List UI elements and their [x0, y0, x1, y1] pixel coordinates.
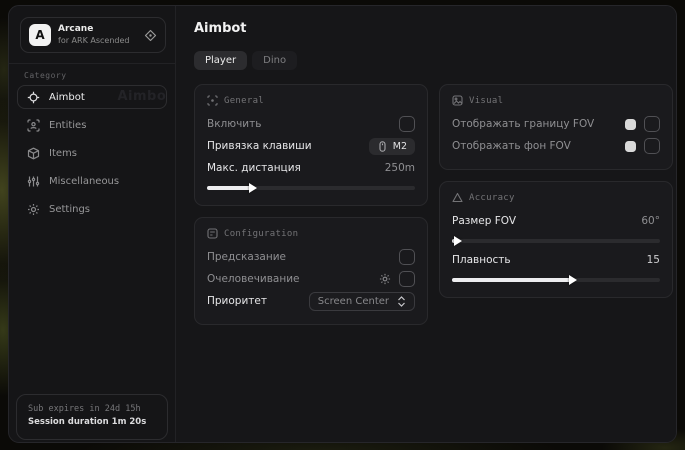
sidebar-item-label: Settings	[49, 204, 90, 215]
image-icon	[452, 95, 463, 106]
slider-fill	[452, 278, 571, 282]
sidebar-item-entities[interactable]: Entities	[17, 113, 167, 137]
smoothness-value: 15	[647, 254, 660, 266]
brand-name: Arcane	[58, 24, 129, 35]
general-card: General Включить Привязка клавиши	[194, 84, 428, 206]
keybind-label: Привязка клавиши	[207, 140, 312, 152]
priority-label: Приоритет	[207, 295, 267, 307]
keybind-value: M2	[393, 141, 407, 152]
brand-logo: A	[29, 24, 51, 46]
smoothness-label: Плавность	[452, 254, 511, 266]
configuration-card: Configuration Предсказание Очеловечивани…	[194, 217, 428, 325]
humanization-label: Очеловечивание	[207, 273, 300, 285]
fov-size-value: 60°	[641, 215, 660, 227]
accuracy-card-title: Accuracy	[469, 193, 515, 203]
slider-thumb[interactable]	[249, 183, 257, 193]
priority-value: Screen Center	[318, 296, 389, 307]
fov-border-label: Отображать границу FOV	[452, 118, 594, 130]
sidebar-item-label: Aimbot	[49, 92, 85, 103]
app-window: A Arcane for ARK Ascended Category	[8, 5, 677, 443]
tab-player[interactable]: Player	[194, 51, 247, 70]
page-title: Aimbot	[194, 21, 673, 36]
configuration-card-title: Configuration	[224, 229, 298, 239]
sidebar-item-aimbot[interactable]: Aimbot Aimbot	[17, 85, 167, 109]
pin-icon[interactable]	[144, 29, 157, 42]
crosshair-icon	[27, 91, 40, 104]
active-item-ghost-text: Aimbot	[117, 89, 167, 104]
subscription-status-box: Sub expires in 24d 15h Session duration …	[16, 394, 168, 440]
sidebar: A Arcane for ARK Ascended Category	[9, 6, 176, 442]
fov-size-label: Размер FOV	[452, 215, 516, 227]
gear-icon	[27, 203, 40, 216]
sidebar-item-items[interactable]: Items	[17, 141, 167, 165]
humanization-row: Очеловечивание	[207, 268, 415, 290]
enable-label: Включить	[207, 118, 261, 130]
visual-card-header: Visual	[452, 95, 660, 106]
mouse-icon	[377, 141, 388, 152]
priority-dropdown[interactable]: Screen Center	[309, 292, 415, 311]
sidebar-divider	[9, 63, 175, 64]
smoothness-row: Плавность 15	[452, 249, 660, 271]
max-distance-value: 250m	[385, 162, 415, 174]
keybind-row: Привязка клавиши M2	[207, 135, 415, 157]
fov-border-color-swatch[interactable]	[625, 119, 636, 130]
slider-thumb[interactable]	[569, 275, 577, 285]
package-icon	[27, 147, 40, 160]
enable-checkbox[interactable]	[399, 116, 415, 132]
general-card-title: General	[224, 96, 264, 106]
fov-background-color-swatch[interactable]	[625, 141, 636, 152]
max-distance-row: Макс. дистанция 250m	[207, 157, 415, 179]
fov-background-checkbox[interactable]	[644, 138, 660, 154]
smoothness-slider[interactable]	[452, 278, 660, 282]
fov-size-row: Размер FOV 60°	[452, 210, 660, 232]
tab-dino[interactable]: Dino	[252, 51, 297, 70]
triangle-icon	[452, 192, 463, 203]
cards-grid: General Включить Привязка клавиши	[194, 84, 673, 325]
max-distance-slider[interactable]	[207, 186, 415, 190]
visual-card-title: Visual	[469, 96, 503, 106]
person-scan-icon	[27, 119, 40, 132]
gear-icon[interactable]	[379, 273, 391, 285]
unfold-icon	[397, 296, 406, 307]
brand-card: A Arcane for ARK Ascended	[20, 17, 166, 53]
prediction-checkbox[interactable]	[399, 249, 415, 265]
sidebar-item-label: Miscellaneous	[49, 176, 119, 187]
keybind-button[interactable]: M2	[369, 138, 415, 155]
enable-row: Включить	[207, 113, 415, 135]
tune-icon	[207, 228, 218, 239]
focus-icon	[207, 95, 218, 106]
sidebar-nav: Aimbot Aimbot Entities	[9, 83, 175, 223]
slider-thumb[interactable]	[454, 236, 462, 246]
main-content: Aimbot Player Dino General	[176, 6, 677, 442]
prediction-row: Предсказание	[207, 246, 415, 268]
fov-background-row: Отображать фон FOV	[452, 135, 660, 157]
sub-expires-text: Sub expires in 24d 15h	[28, 403, 156, 416]
session-duration-text: Session duration 1m 20s	[28, 416, 156, 429]
accuracy-card-header: Accuracy	[452, 192, 660, 203]
prediction-label: Предсказание	[207, 251, 286, 263]
priority-row: Приоритет Screen Center	[207, 290, 415, 312]
sidebar-item-label: Items	[49, 148, 77, 159]
fov-size-slider[interactable]	[452, 239, 660, 243]
max-distance-label: Макс. дистанция	[207, 162, 301, 174]
fov-background-label: Отображать фон FOV	[452, 140, 571, 152]
sidebar-item-settings[interactable]: Settings	[17, 197, 167, 221]
left-column: General Включить Привязка клавиши	[194, 84, 428, 325]
tab-bar: Player Dino	[194, 51, 673, 70]
fov-border-row: Отображать границу FOV	[452, 113, 660, 135]
fov-border-checkbox[interactable]	[644, 116, 660, 132]
category-label: Category	[24, 71, 175, 80]
visual-card: Visual Отображать границу FOV Отображать…	[439, 84, 673, 170]
humanization-checkbox[interactable]	[399, 271, 415, 287]
accuracy-card: Accuracy Размер FOV 60° Плавность 15	[439, 181, 673, 298]
brand-subtitle: for ARK Ascended	[58, 36, 129, 46]
sidebar-item-label: Entities	[49, 120, 86, 131]
slider-fill	[207, 186, 251, 190]
right-column: Visual Отображать границу FOV Отображать…	[439, 84, 673, 298]
general-card-header: General	[207, 95, 415, 106]
configuration-card-header: Configuration	[207, 228, 415, 239]
sliders-icon	[27, 175, 40, 188]
brand-text: Arcane for ARK Ascended	[58, 24, 129, 45]
sidebar-item-miscellaneous[interactable]: Miscellaneous	[17, 169, 167, 193]
